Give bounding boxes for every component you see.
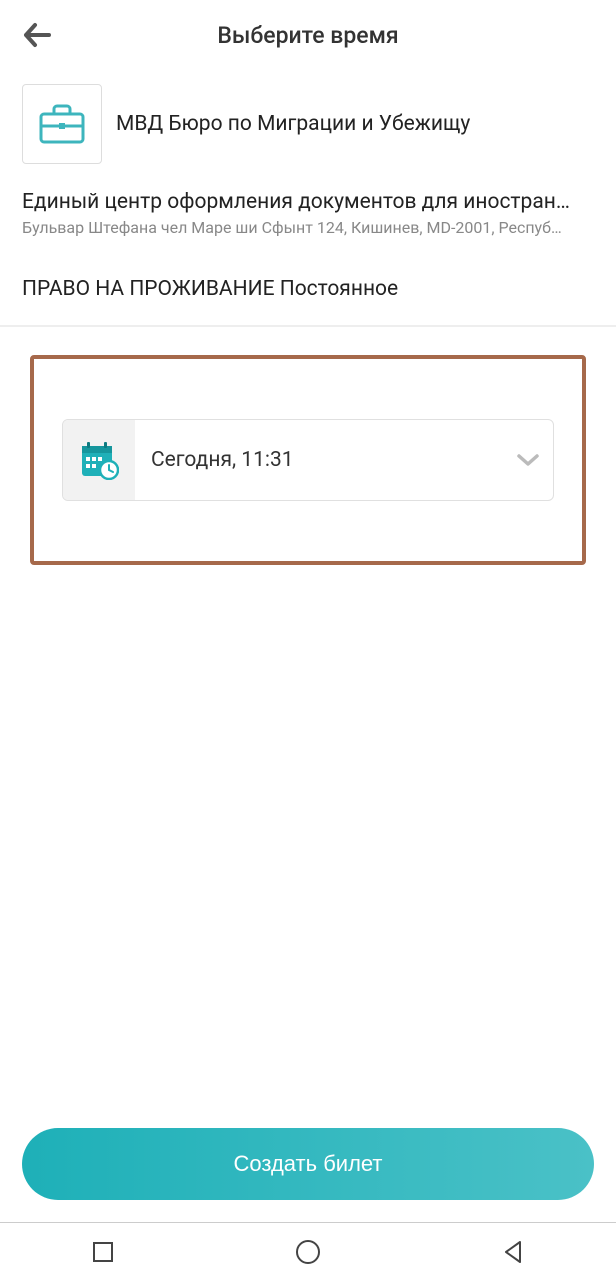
calendar-clock-icon [79,440,119,480]
time-selector[interactable]: Сегодня, 11:31 [62,419,554,501]
circle-icon [294,1238,322,1266]
nav-home-button[interactable] [290,1234,326,1270]
organization-name: МВД Бюро по Миграции и Убежищу [116,112,470,136]
chevron-down-icon [516,452,540,468]
service-name: ПРАВО НА ПРОЖИВАНИЕ Постоянное [22,277,594,301]
system-navbar [0,1222,616,1280]
organization-icon-box [22,84,102,164]
header: Выберите время [0,0,616,64]
location-title: Единый центр оформления документов для и… [22,190,594,214]
briefcase-icon [39,104,85,144]
triangle-left-icon [500,1239,526,1265]
highlight-box: Сегодня, 11:31 [30,355,586,565]
arrow-left-icon [23,22,51,48]
footer: Создать билет [0,1128,616,1222]
page-title: Выберите время [52,22,564,49]
nav-back-button[interactable] [495,1234,531,1270]
time-selected-text: Сегодня, 11:31 [135,420,503,500]
time-icon-box [63,420,135,500]
content-area: Сегодня, 11:31 [0,327,616,1128]
location-section: Единый центр оформления документов для и… [0,182,616,249]
create-ticket-button[interactable]: Создать билет [22,1128,594,1200]
back-button[interactable] [22,20,52,50]
service-section: ПРАВО НА ПРОЖИВАНИЕ Постоянное [0,249,616,325]
nav-recents-button[interactable] [85,1234,121,1270]
location-address: Бульвар Штефана чел Маре ши Сфынт 124, К… [22,218,594,237]
time-chevron [503,420,553,500]
organization-section: МВД Бюро по Миграции и Убежищу [0,64,616,182]
square-icon [91,1240,115,1264]
